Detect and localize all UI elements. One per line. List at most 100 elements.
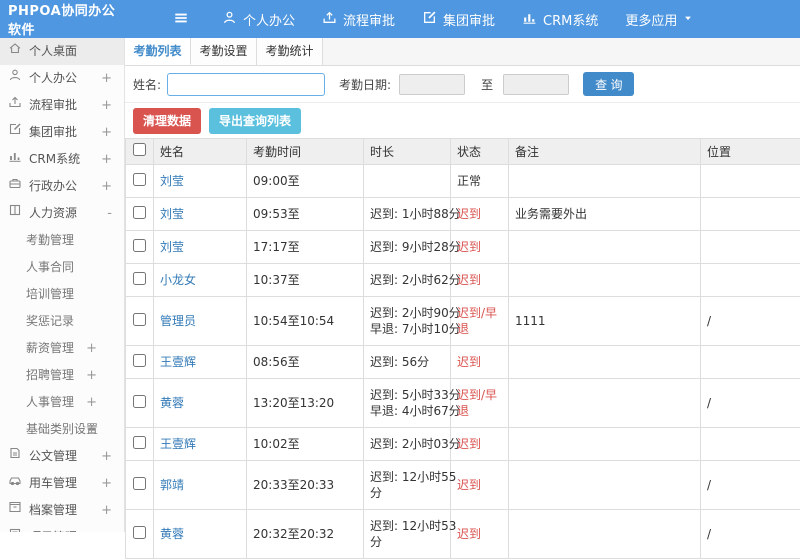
cell-duration <box>364 165 451 198</box>
employee-link[interactable]: 王壹辉 <box>160 437 196 451</box>
expand-icon[interactable]: + <box>101 146 112 173</box>
status-badge: 迟到 <box>457 207 481 221</box>
cell-remark <box>509 461 701 510</box>
row-checkbox[interactable] <box>133 526 146 539</box>
row-checkbox[interactable] <box>133 272 146 285</box>
row-checkbox[interactable] <box>133 313 146 326</box>
expand-icon[interactable]: + <box>101 443 112 470</box>
tab-attendance-stats[interactable]: 考勤统计 <box>257 38 323 65</box>
expand-icon[interactable]: + <box>101 65 112 92</box>
row-checkbox[interactable] <box>133 206 146 219</box>
employee-link[interactable]: 黄蓉 <box>160 396 184 410</box>
employee-link[interactable]: 王壹辉 <box>160 355 196 369</box>
row-checkbox[interactable] <box>133 354 146 367</box>
sidebar-item-admin-office[interactable]: 行政办公 + <box>0 173 124 200</box>
sidebar: 个人桌面 个人办公 + 流程审批 + 集团审批 + CRM系统 + 行政办公 +… <box>0 38 125 532</box>
date-to-input[interactable] <box>503 74 569 95</box>
hamburger-icon <box>173 10 195 29</box>
row-checkbox[interactable] <box>133 239 146 252</box>
export-list-button[interactable]: 导出查询列表 <box>209 108 301 134</box>
employee-link[interactable]: 郭靖 <box>160 478 184 492</box>
nav-crm-system[interactable]: CRM系统 <box>522 10 598 29</box>
cell-location: / <box>701 297 800 346</box>
expand-icon[interactable]: + <box>101 524 112 532</box>
expand-icon[interactable]: + <box>86 362 97 389</box>
sidebar-item-hr[interactable]: 人力资源 - <box>0 200 124 227</box>
menu-toggle-button[interactable] <box>173 10 195 29</box>
cell-duration: 迟到: 1小时88分 <box>364 198 451 231</box>
employee-link[interactable]: 刘莹 <box>160 174 184 188</box>
expand-icon[interactable]: + <box>101 119 112 146</box>
sidebar-sub-base-category[interactable]: 基础类别设置+ <box>0 416 124 443</box>
cell-time: 20:32至20:32 <box>247 510 364 559</box>
sidebar-item-archives[interactable]: 档案管理 + <box>0 497 124 524</box>
nav-more-apps[interactable]: 更多应用 <box>625 10 699 29</box>
tab-attendance-settings[interactable]: 考勤设置 <box>191 38 257 65</box>
cell-remark: 1111 <box>509 297 701 346</box>
sidebar-item-projects[interactable]: 项目管理 + <box>0 524 124 532</box>
sidebar-item-desktop[interactable]: 个人桌面 <box>0 38 124 65</box>
nav-personal-office[interactable]: 个人办公 <box>222 10 295 29</box>
expand-icon[interactable]: + <box>86 416 97 443</box>
name-input[interactable] <box>167 73 325 96</box>
sidebar-sub-personnel[interactable]: 人事管理+ <box>0 389 124 416</box>
row-checkbox[interactable] <box>133 477 146 490</box>
nav-workflow-approval[interactable]: 流程审批 <box>322 10 395 29</box>
table-header-row: 姓名 考勤时间 时长 状态 备注 位置 <box>126 139 800 165</box>
employee-link[interactable]: 刘莹 <box>160 240 184 254</box>
sidebar-sub-rewards[interactable]: 奖惩记录 <box>0 308 124 335</box>
nav-group-approval[interactable]: 集团审批 <box>422 10 495 29</box>
action-toolbar: 清理数据 导出查询列表 <box>125 103 800 138</box>
employee-link[interactable]: 管理员 <box>160 314 196 328</box>
sidebar-item-documents[interactable]: 公文管理 + <box>0 443 124 470</box>
cell-time: 10:02至 <box>247 428 364 461</box>
col-name: 姓名 <box>154 139 247 165</box>
sidebar-item-workflow-approval[interactable]: 流程审批 + <box>0 92 124 119</box>
cell-duration: 迟到: 12小时53 分 <box>364 510 451 559</box>
expand-icon[interactable]: + <box>101 470 112 497</box>
sidebar-item-group-approval[interactable]: 集团审批 + <box>0 119 124 146</box>
sidebar-sub-recruit[interactable]: 招聘管理+ <box>0 362 124 389</box>
cell-location: / <box>701 461 800 510</box>
expand-icon[interactable]: + <box>101 497 112 524</box>
sidebar-sub-salary[interactable]: 薪资管理+ <box>0 335 124 362</box>
table-row: 刘莹 09:00至 正常 <box>126 165 800 198</box>
employee-link[interactable]: 黄蓉 <box>160 527 184 541</box>
cell-location <box>701 165 800 198</box>
table-row: 管理员 10:54至10:54 迟到: 2小时90分 早退: 7小时10分 迟到… <box>126 297 800 346</box>
row-checkbox[interactable] <box>133 395 146 408</box>
search-button[interactable]: 查 询 <box>583 72 634 96</box>
sidebar-sub-attendance[interactable]: 考勤管理 <box>0 227 124 254</box>
collapse-icon[interactable]: - <box>107 200 112 227</box>
expand-icon[interactable]: + <box>86 389 97 416</box>
row-checkbox[interactable] <box>133 436 146 449</box>
cell-time: 17:17至 <box>247 231 364 264</box>
clean-data-button[interactable]: 清理数据 <box>133 108 201 134</box>
status-badge: 迟到 <box>457 273 481 287</box>
cell-duration: 迟到: 2小时90分 早退: 7小时10分 <box>364 297 451 346</box>
table-row: 郭靖 20:33至20:33 迟到: 12小时55 分 迟到 / <box>126 461 800 510</box>
expand-icon[interactable]: + <box>101 173 112 200</box>
table-row: 刘莹 17:17至 迟到: 9小时28分 迟到 <box>126 231 800 264</box>
archive-icon <box>8 497 29 524</box>
sidebar-item-personal-office[interactable]: 个人办公 + <box>0 65 124 92</box>
sidebar-sub-hr-contract[interactable]: 人事合同 <box>0 254 124 281</box>
sidebar-sub-training[interactable]: 培训管理 <box>0 281 124 308</box>
sidebar-item-vehicles[interactable]: 用车管理 + <box>0 470 124 497</box>
cell-location <box>701 264 800 297</box>
employee-link[interactable]: 小龙女 <box>160 273 196 287</box>
sidebar-item-crm[interactable]: CRM系统 + <box>0 146 124 173</box>
expand-icon[interactable]: + <box>101 92 112 119</box>
status-badge: 迟到 <box>457 527 481 541</box>
to-label: 至 <box>481 76 493 93</box>
employee-link[interactable]: 刘莹 <box>160 207 184 221</box>
row-checkbox[interactable] <box>133 173 146 186</box>
tab-attendance-list[interactable]: 考勤列表 <box>125 38 191 65</box>
col-duration: 时长 <box>364 139 451 165</box>
user-icon <box>222 10 243 29</box>
top-bar: PHPOA协同办公软件 个人办公 流程审批 集团审批 CRM系统 更多应用 <box>0 0 800 38</box>
user-icon <box>8 65 29 92</box>
expand-icon[interactable]: + <box>86 335 97 362</box>
date-from-input[interactable] <box>399 74 465 95</box>
select-all-checkbox[interactable] <box>133 143 146 156</box>
